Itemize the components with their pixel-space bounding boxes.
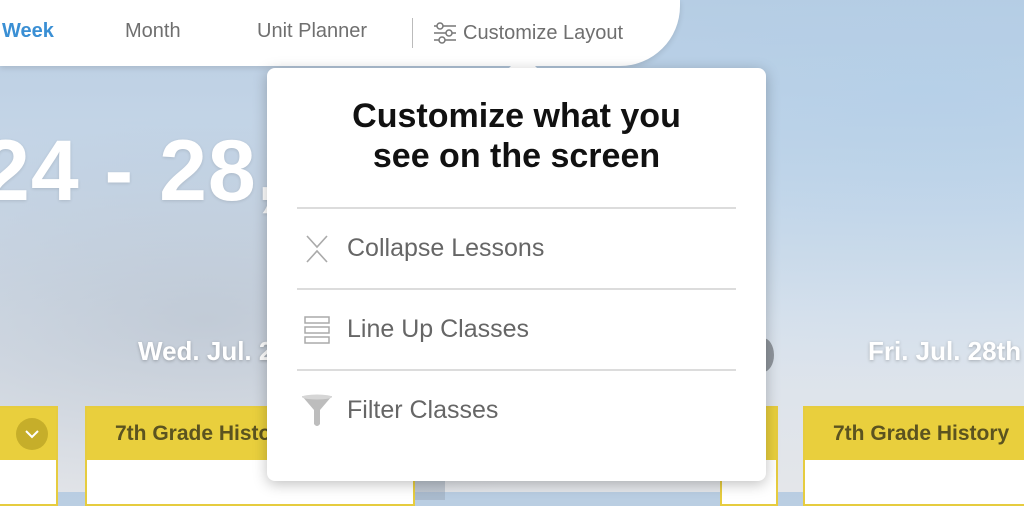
customize-layout-label: Customize Layout <box>463 21 624 44</box>
menu-item-collapse-lessons[interactable]: Collapse Lessons <box>297 207 736 288</box>
line-up-icon <box>297 310 337 350</box>
popover-title: Customize what you see on the screen <box>267 96 766 176</box>
nav-tab-week[interactable]: Week <box>2 20 54 43</box>
menu-item-label: Collapse Lessons <box>347 234 545 262</box>
class-card-header <box>0 408 56 460</box>
menu-item-label: Line Up Classes <box>347 315 530 343</box>
sliders-icon <box>434 22 456 44</box>
popover-title-line: Customize what you <box>352 97 681 135</box>
class-card-header: 7th Grade History <box>805 408 1024 460</box>
customize-popover: Customize what you see on the screen Col… <box>267 68 766 481</box>
popover-title-line: see on the screen <box>372 137 661 175</box>
nav-divider <box>412 18 413 48</box>
nav-tab-month[interactable]: Month <box>125 20 181 43</box>
class-card[interactable] <box>0 406 58 506</box>
filter-icon <box>297 391 337 431</box>
menu-item-line-up-classes[interactable]: Line Up Classes <box>297 288 736 369</box>
menu-item-filter-classes[interactable]: Filter Classes <box>297 369 736 450</box>
expand-button[interactable] <box>16 418 48 450</box>
top-nav: Week Month Unit Planner Customize Layout <box>0 0 680 66</box>
day-label-friday: Fri. Jul. 28th <box>868 336 1022 366</box>
menu-item-label: Filter Classes <box>347 396 499 424</box>
class-card[interactable]: 7th Grade History <box>803 406 1024 506</box>
week-range-heading: 24 - 28, <box>0 123 282 219</box>
class-card-title: 7th Grade History <box>833 422 1010 445</box>
nav-tab-unit-planner[interactable]: Unit Planner <box>257 20 367 43</box>
collapse-icon <box>297 229 337 269</box>
customize-layout-button[interactable]: Customize Layout <box>433 20 623 46</box>
chevron-down-icon <box>25 430 39 439</box>
popover-menu: Collapse Lessons Line Up Classes Filter … <box>297 207 736 450</box>
class-card-title: 7th Grade Histo <box>115 422 272 445</box>
day-label-wednesday: Wed. Jul. 2 <box>138 336 274 366</box>
